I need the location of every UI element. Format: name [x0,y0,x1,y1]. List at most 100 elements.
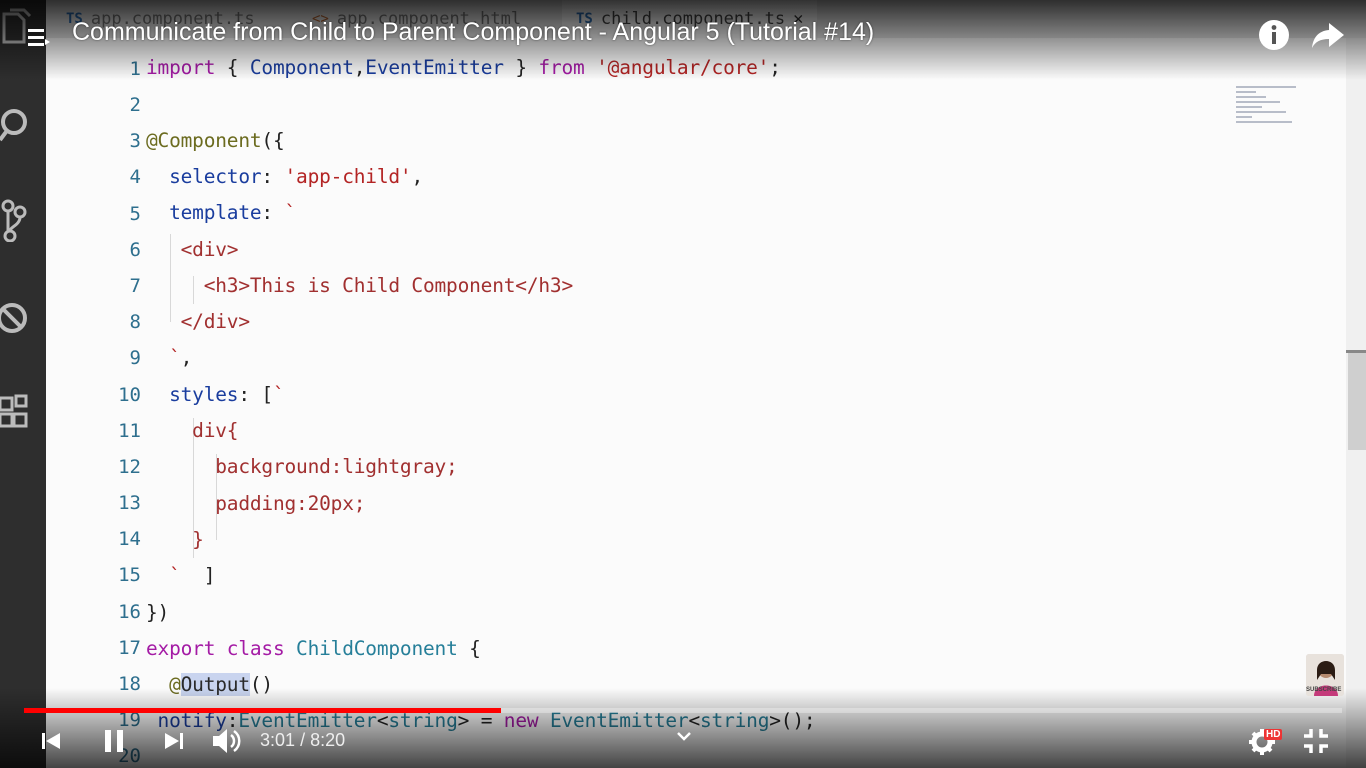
code-token: ChildComponent [296,636,458,660]
code-token: '@angular/core' [596,56,770,79]
code-token: <h3>This is Child Component</h3> [203,273,573,297]
code-line[interactable]: </div> [146,310,250,333]
code-token: { [457,636,481,660]
code-line[interactable]: ` ] [146,564,215,587]
pause-icon[interactable] [103,728,125,754]
code-line[interactable]: export class ChildComponent { [146,637,481,660]
code-token: ({ [261,128,285,152]
line-number: 17 [118,637,141,659]
code-token: , [411,164,424,188]
playlist-icon[interactable] [28,27,50,47]
scrollbar-thumb[interactable] [1348,350,1366,450]
code-token: selector [169,164,262,188]
line-number: 10 [118,384,141,406]
chevron-down-icon[interactable] [676,731,692,743]
code-line[interactable]: div{ [146,419,238,442]
code-line[interactable]: import { Component,EventEmitter } from '… [146,56,781,79]
line-number: 6 [129,239,141,261]
code-token: ` [284,201,297,225]
code-token: ` [169,346,181,370]
time-separator: / [300,730,306,750]
vertical-scrollbar[interactable] [1346,38,1366,768]
code-token: from [538,56,585,79]
code-token: </div> [180,310,250,334]
code-line[interactable]: padding:20px; [146,492,365,515]
volume-icon[interactable] [211,726,243,756]
duration: 8:20 [310,730,346,750]
line-number: 15 [118,564,141,586]
scroll-marker [1346,350,1366,353]
code-line[interactable]: }) [146,601,169,624]
code-line[interactable]: `, [146,346,192,369]
code-token: } [192,527,204,551]
code-line[interactable]: styles: [` [146,383,285,406]
code-token: export [146,636,216,660]
line-number: 1 [129,58,141,80]
code-token: : [261,201,285,225]
subscribe-watermark[interactable]: SUBSCRIBE [1306,687,1341,693]
code-token: padding:20px; [215,491,366,515]
share-icon[interactable] [1311,21,1345,49]
line-number: 8 [129,311,141,333]
info-icon[interactable] [1258,19,1290,51]
code-line[interactable]: } [146,528,204,551]
code-token: ] [180,564,216,588]
line-number: 18 [118,673,141,695]
progress-bar[interactable] [24,708,1342,713]
progress-played [24,708,502,713]
minimap[interactable] [1236,86,1306,146]
current-time: 3:01 [260,730,296,750]
code-token: { [215,56,250,79]
line-number: 13 [118,492,141,514]
code-token: div{ [192,419,239,442]
next-icon[interactable] [163,730,185,752]
code-editor[interactable]: 1 2 3 4 5 6 7 8 9 10 11 12 13 14 15 16 1… [46,38,1346,768]
code-token: }) [146,600,170,624]
code-line[interactable]: @Output() [146,673,273,697]
code-token: template [169,201,262,225]
code-line[interactable]: selector: 'app-child', [146,165,423,188]
code-token: , [353,56,366,79]
exit-fullscreen-icon[interactable] [1302,727,1330,755]
code-token: @ [169,673,181,697]
code-line[interactable]: template: ` [146,201,296,224]
code-line[interactable]: <div> [146,237,239,261]
line-number: 12 [118,456,141,478]
code-token: , [180,346,193,370]
line-number: 9 [129,347,141,369]
code-line[interactable]: <h3>This is Child Component</h3> [146,274,573,297]
code-token: <div> [180,237,239,261]
code-token: @Component [146,128,262,152]
code-token: 'app-child' [284,164,412,188]
code-token: background:lightgray; [215,455,458,479]
code-token: ` [169,564,181,588]
line-number: 16 [118,601,141,623]
code-token: : [ [238,382,273,406]
search-icon[interactable] [0,104,40,148]
extensions-icon[interactable] [0,392,40,436]
line-number: 4 [129,166,141,188]
video-title[interactable]: Communicate from Child to Parent Compone… [72,18,874,47]
code-token: Component [249,56,354,79]
code-token: class [226,636,285,660]
code-line[interactable]: background:lightgray; [146,455,458,478]
code-line[interactable]: @Component({ [146,129,285,152]
code-token: } [503,56,539,79]
source-control-icon[interactable] [0,198,40,243]
debug-icon[interactable] [0,296,40,340]
previous-icon[interactable] [40,730,62,752]
video-frame[interactable]: TS app.component.ts <> app.component.htm… [0,0,1366,768]
